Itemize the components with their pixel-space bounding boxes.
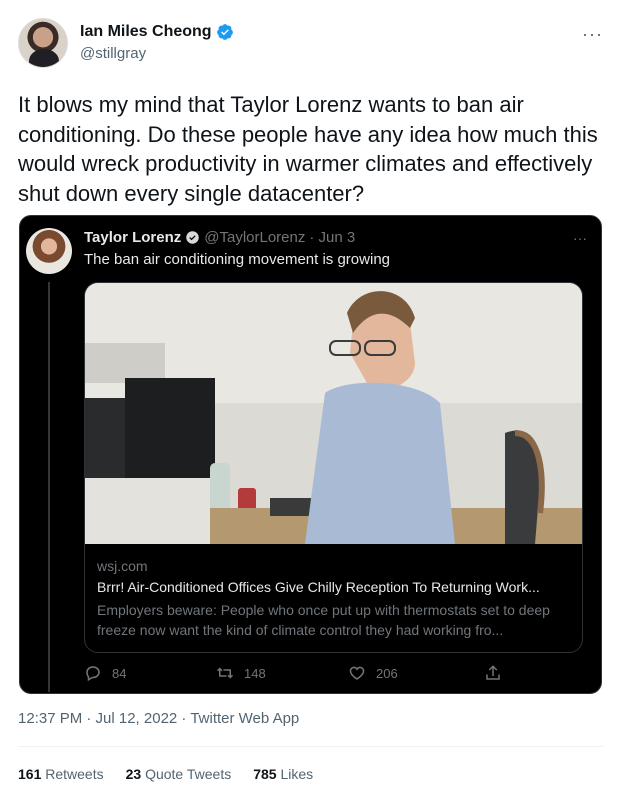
author-handle[interactable]: @stillgray bbox=[80, 45, 146, 62]
reply-icon bbox=[86, 666, 100, 682]
tweet-text: It blows my mind that Taylor Lorenz want… bbox=[18, 92, 598, 206]
reply-button[interactable]: 84 bbox=[84, 664, 126, 682]
more-dots-icon[interactable]: ··· bbox=[573, 230, 587, 246]
author-name[interactable]: Ian Miles Cheong bbox=[80, 23, 212, 41]
author-avatar[interactable] bbox=[18, 18, 68, 68]
card-description: Employers beware: People who once put up… bbox=[97, 602, 550, 638]
divider bbox=[18, 746, 603, 747]
thread-line bbox=[48, 282, 50, 692]
like-button[interactable]: 206 bbox=[348, 664, 398, 682]
more-dots-icon[interactable]: ··· bbox=[582, 24, 603, 45]
link-card[interactable]: wsj.com Brrr! Air-Conditioned Offices Gi… bbox=[84, 282, 583, 653]
share-icon bbox=[486, 665, 500, 680]
tweet-header: Ian Miles Cheong @stillgray ··· bbox=[18, 18, 603, 70]
retweet-count: 148 bbox=[244, 665, 266, 681]
quoted-author-name[interactable]: Taylor Lorenz bbox=[84, 229, 181, 246]
quote-tweets-stat[interactable]: 23 Quote Tweets bbox=[126, 766, 232, 782]
retweets-count: 161 bbox=[18, 766, 42, 782]
tweet-stats: 161 Retweets 23 Quote Tweets 785 Likes bbox=[18, 766, 313, 782]
likes-stat[interactable]: 785 Likes bbox=[253, 766, 313, 782]
quoted-header: Taylor Lorenz @TaylorLorenz · Jun 3 bbox=[84, 229, 355, 246]
reply-count: 84 bbox=[112, 665, 127, 681]
heart-icon bbox=[349, 666, 365, 680]
quoted-author-handle[interactable]: @TaylorLorenz bbox=[204, 229, 305, 246]
quoted-action-bar: 84 148 206 bbox=[84, 664, 514, 686]
quote-tweets-label: Quote Tweets bbox=[145, 766, 232, 782]
quote-tweets-count: 23 bbox=[125, 766, 142, 782]
retweets-label: Retweets bbox=[45, 766, 104, 782]
quoted-tweet[interactable]: Taylor Lorenz @TaylorLorenz · Jun 3 ··· … bbox=[19, 215, 602, 694]
retweets-stat[interactable]: 161 Retweets bbox=[18, 766, 104, 782]
retweet-button[interactable]: 148 bbox=[216, 664, 266, 682]
quoted-text: The ban air conditioning movement is gro… bbox=[84, 251, 390, 268]
verified-badge-icon bbox=[216, 24, 233, 40]
card-domain: wsj.com bbox=[97, 558, 148, 574]
retweet-icon bbox=[216, 667, 234, 679]
likes-count: 785 bbox=[253, 766, 277, 782]
verified-badge-icon bbox=[186, 231, 199, 244]
author-name-row: Ian Miles Cheong bbox=[80, 23, 234, 41]
card-title: Brrr! Air-Conditioned Offices Give Chill… bbox=[97, 579, 540, 595]
quoted-date[interactable]: · Jun 3 bbox=[309, 229, 355, 246]
likes-label: Likes bbox=[280, 766, 314, 782]
tweet-timestamp[interactable]: 12:37 PM · Jul 12, 2022 · Twitter Web Ap… bbox=[18, 710, 299, 727]
quoted-author-avatar[interactable] bbox=[26, 228, 72, 274]
card-photo bbox=[85, 283, 582, 544]
share-button[interactable] bbox=[484, 664, 502, 682]
like-count: 206 bbox=[376, 665, 398, 681]
